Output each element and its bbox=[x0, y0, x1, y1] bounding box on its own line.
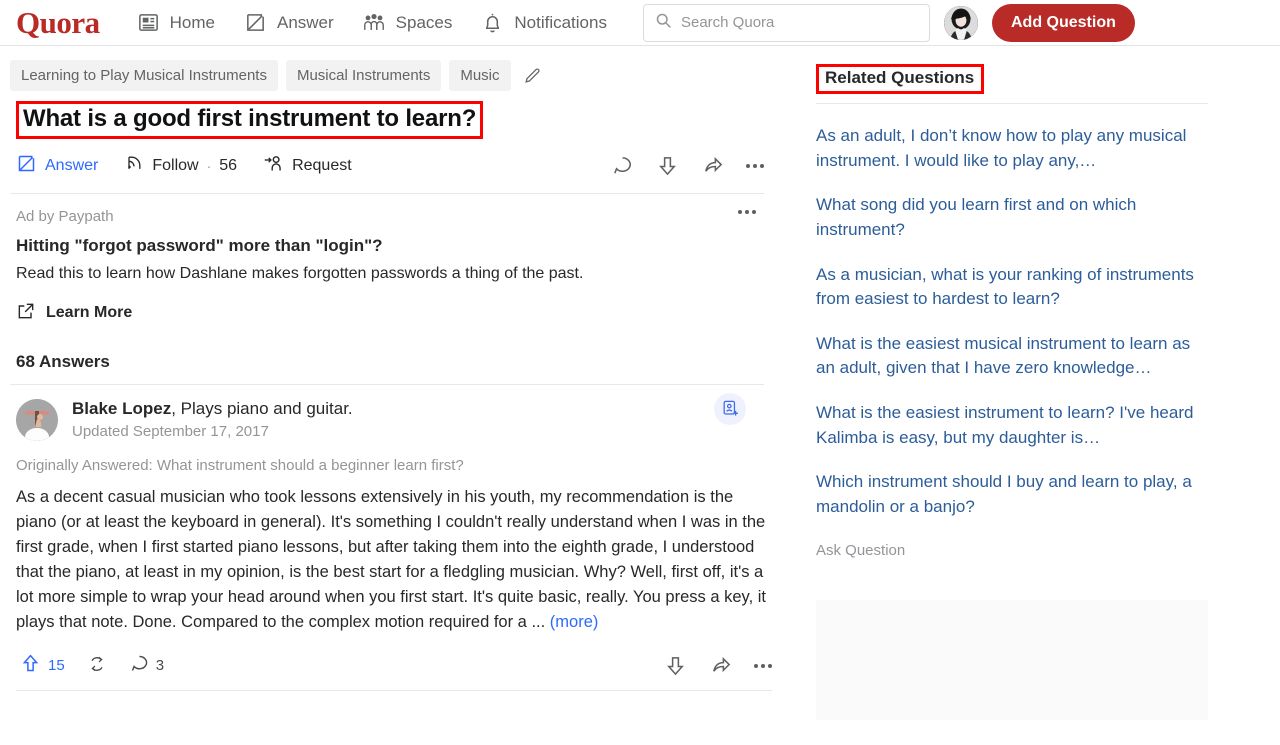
answer-footer: 15 3 bbox=[16, 639, 772, 692]
follow-separator: · bbox=[206, 157, 212, 174]
answer-pencil-icon bbox=[243, 10, 268, 35]
share-icon[interactable] bbox=[709, 654, 732, 677]
author-name[interactable]: Blake Lopez bbox=[72, 399, 171, 418]
related-questions-heading: Related Questions bbox=[825, 68, 975, 87]
answer-more-options-dots bbox=[754, 663, 772, 668]
related-question-1[interactable]: What song did you learn first and on whi… bbox=[816, 193, 1208, 242]
answer-updated-date: Updated September 17, 2017 bbox=[72, 422, 269, 440]
home-feed-icon bbox=[136, 10, 161, 35]
nav-item-notifications-label: Notifications bbox=[514, 12, 607, 32]
answer-pencil-icon bbox=[16, 153, 37, 179]
request-button[interactable]: Request bbox=[263, 153, 352, 179]
answer-body-text: As a decent casual musician who took les… bbox=[16, 487, 766, 631]
downvote-icon[interactable] bbox=[664, 654, 687, 677]
author-bio: , Plays piano and guitar. bbox=[171, 398, 353, 418]
related-question-0[interactable]: As an adult, I don’t know how to play an… bbox=[816, 124, 1208, 173]
comment-button[interactable]: 3 bbox=[129, 653, 164, 678]
ad-more-options-dots bbox=[738, 209, 756, 214]
follow-count: 56 bbox=[219, 156, 238, 174]
related-question-3[interactable]: What is the easiest musical instrument t… bbox=[816, 332, 1208, 381]
related-question-5[interactable]: Which instrument should I buy and learn … bbox=[816, 470, 1208, 519]
more-options-icon[interactable] bbox=[746, 163, 764, 168]
more-options-icon[interactable] bbox=[754, 663, 772, 668]
pencil-edit-icon[interactable] bbox=[523, 66, 542, 85]
topic-pill-1[interactable]: Musical Instruments bbox=[285, 60, 442, 91]
answer-item: Blake Lopez, Plays piano and guitar. Upd… bbox=[10, 385, 772, 692]
add-person-badge-icon[interactable] bbox=[714, 392, 746, 425]
ad-block: Ad by Paypath Hitting "forgot password" … bbox=[10, 194, 764, 326]
main-column: Learning to Play Musical Instruments Mus… bbox=[0, 46, 800, 745]
follow-button-label: Follow bbox=[152, 156, 199, 174]
request-button-label: Request bbox=[292, 156, 352, 174]
answer-header: Blake Lopez, Plays piano and guitar. Upd… bbox=[16, 398, 764, 441]
nav-item-answer[interactable]: Answer bbox=[229, 4, 348, 41]
question-title-highlight: What is a good first instrument to learn… bbox=[16, 101, 484, 139]
upvote-icon bbox=[20, 653, 41, 678]
ad-label: Ad by Paypath bbox=[16, 207, 114, 225]
ask-question-link[interactable]: Ask Question bbox=[816, 542, 905, 559]
quora-logo[interactable]: Quora bbox=[16, 7, 100, 38]
external-link-icon bbox=[16, 301, 36, 326]
add-question-button[interactable]: Add Question bbox=[991, 3, 1135, 42]
nav-item-home[interactable]: Home bbox=[122, 4, 229, 41]
question-action-bar: Answer Follow · 56 Request bbox=[10, 143, 764, 194]
more-link[interactable]: (more) bbox=[550, 613, 599, 631]
comment-icon[interactable] bbox=[611, 154, 634, 177]
page-title: What is a good first instrument to learn… bbox=[23, 105, 477, 132]
nav-item-spaces[interactable]: Spaces bbox=[348, 4, 467, 41]
author-line: Blake Lopez, Plays piano and guitar. bbox=[72, 399, 353, 419]
downvote-icon[interactable] bbox=[656, 154, 679, 177]
avatar[interactable] bbox=[943, 5, 978, 40]
ad-more-options-icon[interactable] bbox=[738, 209, 756, 214]
related-questions-sidebar: Related Questions As an adult, I don’t k… bbox=[800, 46, 1280, 745]
repost-button[interactable] bbox=[87, 654, 107, 678]
related-questions-highlight: Related Questions bbox=[816, 64, 985, 94]
request-person-icon bbox=[263, 153, 284, 179]
author-avatar[interactable] bbox=[16, 398, 58, 441]
answer-button[interactable]: Answer bbox=[16, 153, 98, 179]
search-box[interactable] bbox=[642, 3, 930, 42]
top-navigation-bar: Quora Home Answer Spaces Notifications S… bbox=[0, 0, 1280, 46]
topic-pill-0[interactable]: Learning to Play Musical Instruments bbox=[10, 60, 278, 91]
answer-button-label: Answer bbox=[45, 156, 99, 174]
bell-icon bbox=[480, 10, 505, 35]
repost-icon bbox=[87, 654, 107, 678]
upvote-button[interactable]: 15 bbox=[20, 653, 65, 678]
follow-rss-icon bbox=[124, 153, 144, 178]
nav-item-spaces-label: Spaces bbox=[395, 12, 453, 32]
sidebar-divider bbox=[816, 103, 1208, 104]
follow-button[interactable]: Follow · 56 bbox=[124, 153, 237, 178]
nav-item-notifications[interactable]: Notifications bbox=[466, 4, 621, 41]
upvote-count: 15 bbox=[48, 657, 65, 675]
learn-more-button[interactable]: Learn More bbox=[16, 301, 764, 326]
comment-count: 3 bbox=[155, 657, 165, 675]
comment-icon bbox=[129, 653, 150, 678]
topic-pill-list: Learning to Play Musical Instruments Mus… bbox=[10, 60, 760, 91]
related-question-4[interactable]: What is the easiest instrument to learn?… bbox=[816, 401, 1208, 450]
page-body: Learning to Play Musical Instruments Mus… bbox=[0, 46, 1280, 745]
topic-pill-2[interactable]: Music bbox=[449, 60, 511, 91]
ad-description: Read this to learn how Dashlane makes fo… bbox=[16, 264, 584, 282]
related-question-2[interactable]: As a musician, what is your ranking of i… bbox=[816, 263, 1208, 312]
originally-answered-note: Originally Answered: What instrument sho… bbox=[16, 456, 464, 474]
sidebar-ad-placeholder bbox=[816, 599, 1208, 720]
nav-item-answer-label: Answer bbox=[276, 12, 334, 32]
nav-item-home-label: Home bbox=[169, 12, 215, 32]
search-icon bbox=[655, 12, 672, 34]
answer-body: As a decent casual musician who took les… bbox=[16, 485, 768, 635]
learn-more-label: Learn More bbox=[46, 304, 133, 322]
answers-count: 68 Answers bbox=[10, 326, 764, 385]
ad-title[interactable]: Hitting "forgot password" more than "log… bbox=[16, 236, 764, 256]
search-input[interactable] bbox=[680, 14, 918, 31]
spaces-people-icon bbox=[362, 10, 387, 35]
share-icon[interactable] bbox=[701, 154, 724, 177]
more-options-dots bbox=[746, 163, 764, 168]
author-info: Blake Lopez, Plays piano and guitar. Upd… bbox=[72, 399, 353, 440]
quora-logo-text: Quora bbox=[16, 5, 100, 40]
